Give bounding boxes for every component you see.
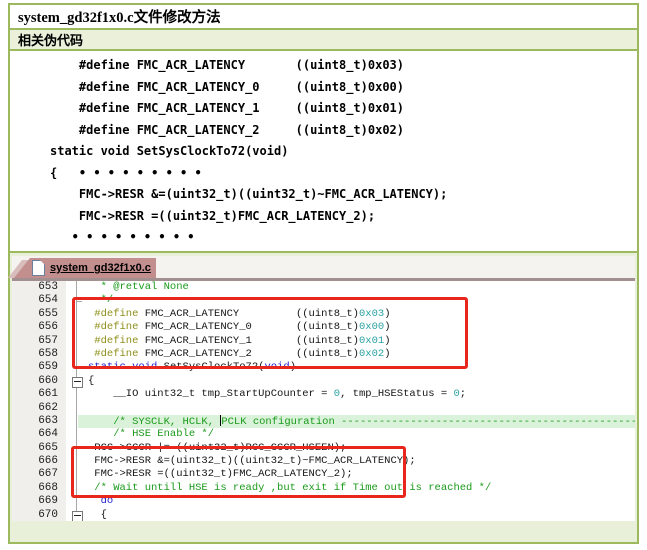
line-number: 657 xyxy=(12,335,66,348)
editor-screenshot-row: system_gd32f1x0.c 6536546556566576586596… xyxy=(10,253,637,542)
code-line: #define FMC_ACR_LATENCY_0 ((uint8_t)0x00… xyxy=(78,321,635,334)
pseudo-code-section-header: 相关伪代码 xyxy=(10,30,637,51)
line-number: 656 xyxy=(12,321,66,334)
section-label: 相关伪代码 xyxy=(18,30,83,49)
code-line: FMC->RESR &=(uint32_t)((uint32_t)~FMC_AC… xyxy=(78,455,635,468)
line-number: 663 xyxy=(12,415,66,428)
code-editor-screenshot: system_gd32f1x0.c 6536546556566576586596… xyxy=(12,256,635,521)
editor-body: 6536546556566576586596606616626636646656… xyxy=(12,281,635,521)
line-number: 653 xyxy=(12,281,66,294)
pseudo-code-line: { • • • • • • • • • xyxy=(50,163,447,185)
code-line: #define FMC_ACR_LATENCY_2 ((uint8_t)0x02… xyxy=(78,348,635,361)
code-line: __IO uint32_t tmp_StartUpCounter = 0, tm… xyxy=(78,388,635,401)
line-number: 664 xyxy=(12,428,66,441)
line-number: 670 xyxy=(12,509,66,521)
line-number: 662 xyxy=(12,402,66,415)
editor-tab-bar: system_gd32f1x0.c xyxy=(12,256,635,281)
line-number: 658 xyxy=(12,348,66,361)
pseudo-code-line: #define FMC_ACR_LATENCY_0 ((uint8_t)0x00… xyxy=(50,77,447,99)
tab-label: system_gd32f1x0.c xyxy=(50,262,151,274)
code-line: { xyxy=(78,509,635,521)
code-line: RCC->GCCR |= ((uint32_t)RCC_GCCR_HSEEN); xyxy=(78,442,635,455)
line-number: 661 xyxy=(12,388,66,401)
code-line: #define FMC_ACR_LATENCY ((uint8_t)0x03) xyxy=(78,308,635,321)
fold-end-tick xyxy=(76,301,82,302)
line-number: 669 xyxy=(12,495,66,508)
line-number: 666 xyxy=(12,455,66,468)
code-line: { xyxy=(78,375,635,388)
fold-collapse-icon[interactable] xyxy=(72,377,83,388)
tab-system-gd32f1x0[interactable]: system_gd32f1x0.c xyxy=(14,258,156,278)
pseudo-code-line: #define FMC_ACR_LATENCY_1 ((uint8_t)0x01… xyxy=(50,98,447,120)
pseudo-code-line: #define FMC_ACR_LATENCY_2 ((uint8_t)0x02… xyxy=(50,120,447,142)
code-line: /* SYSCLK, HCLK, PCLK configuration ----… xyxy=(78,415,635,428)
code-line: #define FMC_ACR_LATENCY_1 ((uint8_t)0x01… xyxy=(78,335,635,348)
line-number: 668 xyxy=(12,482,66,495)
line-number: 654 xyxy=(12,294,66,307)
fold-guide-line xyxy=(76,281,77,521)
code-line: FMC->RESR =((uint32_t)FMC_ACR_LATENCY_2)… xyxy=(78,468,635,481)
line-number: 659 xyxy=(12,361,66,374)
line-number: 660 xyxy=(12,375,66,388)
fold-collapse-icon[interactable] xyxy=(72,511,83,521)
document-icon xyxy=(32,260,45,276)
page-title: system_gd32f1x0.c文件修改方法 xyxy=(18,6,221,27)
line-number: 665 xyxy=(12,442,66,455)
pseudo-code-block: #define FMC_ACR_LATENCY ((uint8_t)0x03) … xyxy=(50,55,447,270)
code-line: static void SetSysClockTo72(void) xyxy=(78,361,635,374)
document-page: system_gd32f1x0.c文件修改方法 相关伪代码 #define FM… xyxy=(0,0,647,550)
pseudo-code-line: • • • • • • • • • xyxy=(50,227,447,249)
code-area: * @retval None */ #define FMC_ACR_LATENC… xyxy=(78,281,635,521)
doc-title-row: system_gd32f1x0.c文件修改方法 xyxy=(10,5,637,30)
code-line: */ xyxy=(78,294,635,307)
line-number: 655 xyxy=(12,308,66,321)
line-number-gutter: 6536546556566576586596606616626636646656… xyxy=(12,281,66,521)
code-line xyxy=(78,402,635,415)
code-line: do xyxy=(78,495,635,508)
pseudo-code-line: static void SetSysClockTo72(void) xyxy=(50,141,447,163)
pseudo-code-line: #define FMC_ACR_LATENCY ((uint8_t)0x03) xyxy=(50,55,447,77)
code-line: /* HSE Enable */ xyxy=(78,428,635,441)
line-number: 667 xyxy=(12,468,66,481)
code-line: * @retval None xyxy=(78,281,635,294)
pseudo-code-line: FMC->RESR =((uint32_t)FMC_ACR_LATENCY_2)… xyxy=(50,206,447,228)
code-line: /* Wait untill HSE is ready ,but exit if… xyxy=(78,482,635,495)
pseudo-code-line: FMC->RESR &=(uint32_t)((uint32_t)~FMC_AC… xyxy=(50,184,447,206)
modification-guide-table: system_gd32f1x0.c文件修改方法 相关伪代码 #define FM… xyxy=(8,3,639,544)
pseudo-code-row: #define FMC_ACR_LATENCY ((uint8_t)0x03) … xyxy=(10,51,637,253)
